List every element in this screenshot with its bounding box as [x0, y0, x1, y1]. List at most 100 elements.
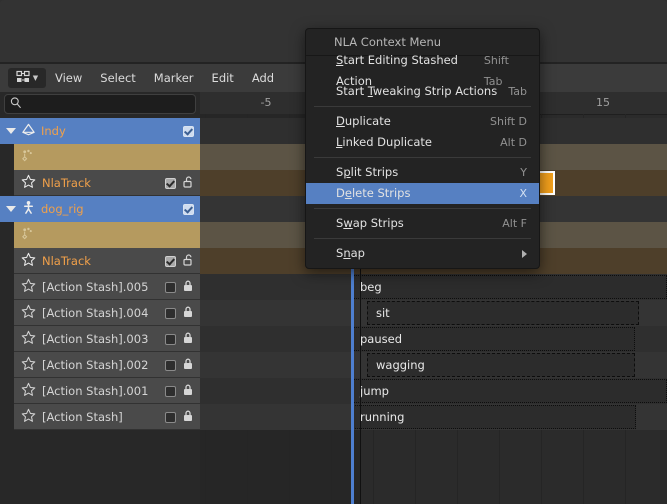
- channel-label: [Action Stash]: [42, 410, 123, 424]
- channel-label: dog_rig: [41, 202, 84, 216]
- lock-icon[interactable]: [182, 383, 194, 399]
- menu-edit[interactable]: Edit: [203, 64, 243, 92]
- channel-enable-checkbox[interactable]: [183, 204, 194, 215]
- action-icon: [20, 226, 35, 244]
- menu-shortcut: Alt F: [502, 213, 527, 234]
- menu-item-label: Delete Strips: [336, 183, 410, 204]
- channel-list: Indy NlaTrack dog_rig NlaTrack [Action Stash…: [0, 118, 200, 430]
- star-icon: [21, 330, 36, 348]
- nla-strip[interactable]: wagging: [367, 353, 635, 377]
- channel-track-action-stash-005[interactable]: [Action Stash].005: [14, 274, 200, 300]
- menu-item-label: Linked Duplicate: [336, 132, 432, 153]
- lock-icon[interactable]: [182, 357, 194, 373]
- menu-item-delete-strips[interactable]: Delete Strips X: [306, 183, 539, 204]
- channel-sidebar: Indy NlaTrack dog_rig NlaTrack [Action Stash…: [0, 92, 200, 504]
- lock-icon[interactable]: [182, 305, 194, 321]
- menu-add[interactable]: Add: [243, 64, 283, 92]
- nla-context-menu[interactable]: NLA Context Menu Start Editing Stashed A…: [305, 28, 540, 269]
- menu-item-label: Duplicate: [336, 111, 391, 132]
- strip-label: beg: [360, 280, 382, 294]
- channel-label: Indy: [41, 124, 66, 138]
- channel-enable-checkbox[interactable]: [165, 256, 176, 267]
- chevron-down-icon: ▼: [33, 75, 38, 82]
- search-icon: [10, 97, 22, 112]
- nla-strip[interactable]: paused: [351, 327, 635, 351]
- channel-enable-checkbox[interactable]: [183, 126, 194, 137]
- editor-type-selector[interactable]: ▼: [8, 68, 46, 88]
- channel-enable-checkbox[interactable]: [165, 178, 176, 189]
- channel-label: [Action Stash].005: [42, 280, 148, 294]
- channel-track-action-stash-003[interactable]: [Action Stash].003: [14, 326, 200, 352]
- menu-item-linked-duplicate[interactable]: Linked Duplicate Alt D: [306, 132, 539, 153]
- channel-track-action-stash[interactable]: [Action Stash]: [14, 404, 200, 430]
- channel-controls: [165, 378, 194, 404]
- nla-strip[interactable]: beg: [351, 275, 667, 299]
- star-icon: [21, 174, 36, 192]
- channel-enable-checkbox[interactable]: [165, 308, 176, 319]
- menu-select[interactable]: Select: [91, 64, 144, 92]
- unlock-icon[interactable]: [182, 253, 194, 269]
- menu-separator: [314, 106, 531, 107]
- triangle-down-icon[interactable]: [6, 206, 16, 212]
- nla-strip[interactable]: sit: [367, 301, 639, 325]
- channel-track-nlatrack[interactable]: NlaTrack: [14, 170, 200, 196]
- channel-controls: [165, 248, 194, 274]
- menu-shortcut: Alt D: [500, 132, 527, 153]
- menu-item-split-strips[interactable]: Split StripsY: [306, 162, 539, 183]
- channel-object-indy[interactable]: Indy: [0, 118, 200, 144]
- channel-label: NlaTrack: [42, 176, 91, 190]
- channel-enable-checkbox[interactable]: [165, 334, 176, 345]
- menu-shortcut: X: [519, 183, 527, 204]
- menu-item-snap[interactable]: Snap: [306, 243, 539, 264]
- lock-icon[interactable]: [182, 409, 194, 425]
- channel-label: [Action Stash].001: [42, 384, 148, 398]
- strip-label: running: [360, 410, 404, 424]
- star-icon: [21, 382, 36, 400]
- star-icon: [21, 252, 36, 270]
- menu-separator: [314, 238, 531, 239]
- channel-track-action-stash-001[interactable]: [Action Stash].001: [14, 378, 200, 404]
- triangle-down-icon[interactable]: [6, 128, 16, 134]
- ruler-tick-label: 15: [596, 96, 610, 109]
- channel-track-action-stash-004[interactable]: [Action Stash].004: [14, 300, 200, 326]
- channel-controls: [165, 404, 194, 430]
- nla-strip[interactable]: jump: [351, 379, 667, 403]
- lock-icon[interactable]: [182, 331, 194, 347]
- channel-controls: [165, 352, 194, 378]
- channel-controls: [183, 118, 194, 144]
- channel-action-line-1[interactable]: [14, 144, 200, 170]
- ruler-tick-label: -5: [261, 96, 272, 109]
- unlock-icon[interactable]: [182, 175, 194, 191]
- channel-action-line-4[interactable]: [14, 222, 200, 248]
- menu-item-start-editing-stashed-action[interactable]: Start Editing Stashed ActionShift Tab: [306, 60, 539, 81]
- menu-shortcut: Shift D: [490, 111, 527, 132]
- channel-label: NlaTrack: [42, 254, 91, 268]
- search-input[interactable]: [26, 97, 190, 112]
- menu-separator: [314, 157, 531, 158]
- channel-enable-checkbox[interactable]: [165, 412, 176, 423]
- channel-controls: [165, 274, 194, 300]
- menu-item-label: Swap Strips: [336, 213, 404, 234]
- menu-item-label: Start Tweaking Strip Actions: [336, 81, 497, 102]
- channel-object-dog_rig[interactable]: dog_rig: [0, 196, 200, 222]
- menu-view[interactable]: View: [46, 64, 91, 92]
- channel-track-action-stash-002[interactable]: [Action Stash].002: [14, 352, 200, 378]
- menu-item-swap-strips[interactable]: Swap Strips Alt F: [306, 213, 539, 234]
- star-icon: [21, 304, 36, 322]
- armature-icon: [21, 200, 36, 218]
- channel-enable-checkbox[interactable]: [165, 386, 176, 397]
- nla-strip[interactable]: running: [351, 405, 636, 429]
- menu-shortcut: Tab: [508, 81, 527, 102]
- search-box[interactable]: [4, 94, 196, 114]
- channel-enable-checkbox[interactable]: [165, 360, 176, 371]
- menu-item-label: Snap: [336, 243, 365, 264]
- search-field-wrap: [4, 94, 196, 114]
- lock-icon[interactable]: [182, 279, 194, 295]
- menu-marker[interactable]: Marker: [145, 64, 203, 92]
- nla-editor-icon: [16, 70, 31, 87]
- channel-track-nlatrack[interactable]: NlaTrack: [14, 248, 200, 274]
- action-icon: [20, 148, 35, 166]
- menu-item-duplicate[interactable]: Duplicate Shift D: [306, 111, 539, 132]
- strip-label: wagging: [376, 358, 425, 372]
- channel-enable-checkbox[interactable]: [165, 282, 176, 293]
